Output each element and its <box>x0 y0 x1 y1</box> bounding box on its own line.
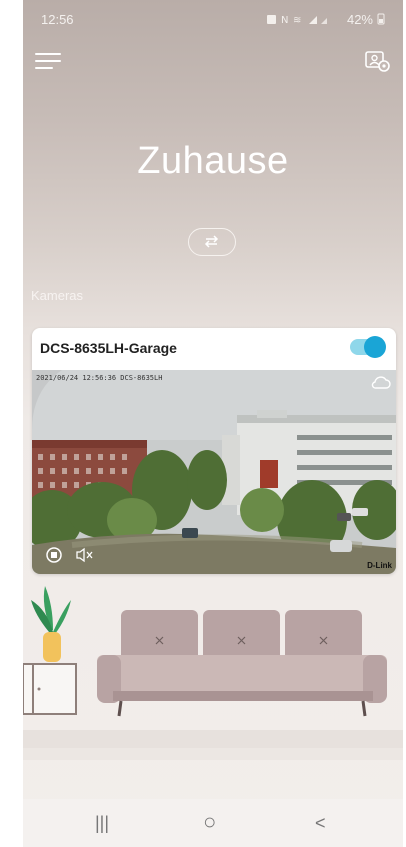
battery-icon <box>377 13 385 25</box>
sofa-illustration <box>97 610 387 717</box>
back-button[interactable]: < <box>315 813 326 834</box>
camera-live-feed[interactable]: 2021/06/24 12:56:36 DCS-8635LH D-Link <box>32 370 396 574</box>
cloud-status[interactable] <box>371 376 391 395</box>
status-bar: 12:56 N ≋ 42% <box>23 0 403 38</box>
toggle-knob <box>364 336 386 358</box>
menu-line <box>35 60 61 62</box>
swap-arrows-icon <box>204 235 219 248</box>
svg-text:≋: ≋ <box>293 15 301 26</box>
camera-enable-toggle[interactable] <box>350 336 386 358</box>
mute-icon <box>76 547 93 563</box>
cloud-icon <box>371 376 391 389</box>
android-navigation-bar: ||| ○ < <box>23 799 403 847</box>
stop-button[interactable] <box>46 547 62 568</box>
section-label-cameras: Kameras <box>31 288 84 303</box>
svg-text:N: N <box>281 15 288 26</box>
menu-line <box>35 67 53 69</box>
plant-icon <box>31 586 71 662</box>
page-title: Zuhause <box>137 140 289 182</box>
status-icons: N ≋ 42% <box>265 12 385 29</box>
battery-percent: 42% <box>346 12 373 27</box>
recent-apps-button[interactable]: ||| <box>95 813 109 834</box>
status-time: 12:56 <box>41 12 74 27</box>
mute-button[interactable] <box>76 547 94 568</box>
camera-settings-button[interactable] <box>365 50 391 74</box>
camera-card[interactable]: DCS-8635LH-Garage 2021/06/24 12:56:36 DC… <box>32 328 396 574</box>
camera-brand-watermark: D-Link <box>367 561 392 570</box>
stop-icon <box>46 547 62 563</box>
camera-feed-image <box>32 370 396 574</box>
camera-name: DCS-8635LH-Garage <box>40 340 177 356</box>
home-screen: 12:56 N ≋ 42% Zuhause Kameras DCS-8635LH… <box>23 0 403 847</box>
camera-settings-icon <box>365 51 390 72</box>
living-room-illustration <box>23 586 403 760</box>
hamburger-menu-icon <box>35 53 61 55</box>
home-button[interactable]: ○ <box>203 809 216 835</box>
switch-location-button[interactable] <box>188 228 236 256</box>
camera-osd-timestamp: 2021/06/24 12:56:36 DCS-8635LH <box>36 374 163 382</box>
menu-button[interactable] <box>35 50 63 72</box>
